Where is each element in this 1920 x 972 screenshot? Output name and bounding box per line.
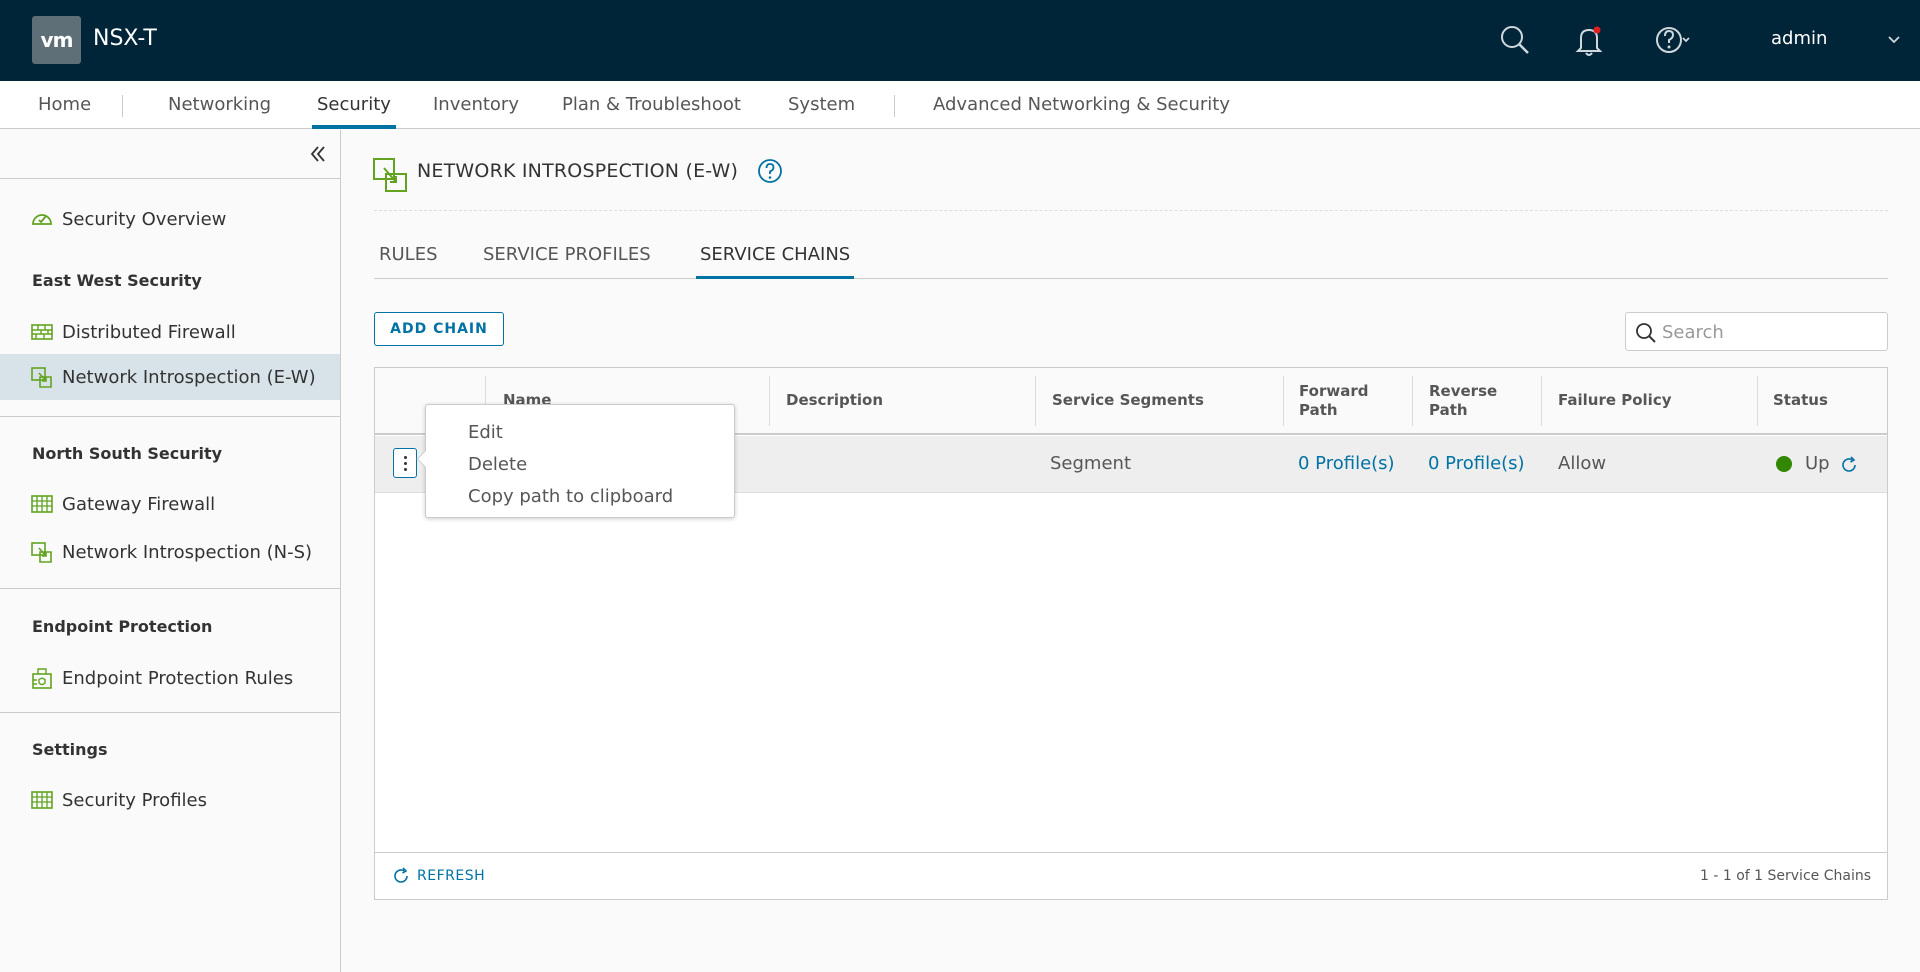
sidebar-item-security-profiles[interactable]: Security Profiles xyxy=(0,777,340,823)
sidebar-item-network-introspection-ew[interactable]: Network Introspection (E-W) xyxy=(0,354,340,400)
sidebar-heading-endpoint-protection: Endpoint Protection xyxy=(32,617,213,636)
column-divider xyxy=(1757,376,1758,426)
menu-item-delete[interactable]: Delete xyxy=(426,449,734,481)
column-divider xyxy=(1541,376,1542,426)
sidebar-item-label: Gateway Firewall xyxy=(62,493,216,515)
nav-system[interactable]: System xyxy=(788,81,855,129)
introspection-icon xyxy=(373,158,407,192)
row-actions-kebab-icon[interactable] xyxy=(393,448,417,478)
column-divider xyxy=(1283,376,1284,426)
column-divider xyxy=(1035,376,1036,426)
cell-failure-policy: Allow xyxy=(1558,453,1607,474)
sidebar-item-label: Network Introspection (E-W) xyxy=(62,366,316,388)
nav-inventory[interactable]: Inventory xyxy=(433,81,519,129)
column-header-description[interactable]: Description xyxy=(786,391,883,410)
tab-rules[interactable]: RULES xyxy=(379,244,438,279)
sidebar-heading-settings: Settings xyxy=(32,740,108,759)
cell-service-segments: Segment xyxy=(1050,453,1131,474)
column-header-forward-path[interactable]: Forward Path xyxy=(1299,382,1389,420)
chevron-down-icon[interactable] xyxy=(1886,32,1902,48)
status-text: Up xyxy=(1805,453,1830,474)
sidebar-item-label: Network Introspection (N-S) xyxy=(62,541,313,563)
sidebar-item-endpoint-protection-rules[interactable]: Endpoint Protection Rules xyxy=(0,655,340,701)
row-actions-menu: Edit Delete Copy path to clipboard xyxy=(416,404,735,518)
forward-path-link[interactable]: 0 Profile(s) xyxy=(1298,453,1395,474)
top-header: vm NSX-T admin xyxy=(0,0,1920,81)
sidebar-divider xyxy=(0,178,340,179)
main-nav: Home Networking Security Inventory Plan … xyxy=(0,81,1920,129)
column-header-service-segments[interactable]: Service Segments xyxy=(1052,391,1204,410)
collapse-sidebar-icon[interactable] xyxy=(306,142,330,166)
sidebar-heading-north-south: North South Security xyxy=(32,444,223,463)
tab-bar: RULES SERVICE PROFILES SERVICE CHAINS xyxy=(374,236,1888,279)
sidebar-item-gateway-firewall[interactable]: Gateway Firewall xyxy=(0,481,340,527)
add-chain-button[interactable]: ADD CHAIN xyxy=(374,312,504,346)
firewall-icon xyxy=(31,324,53,340)
sidebar-item-distributed-firewall[interactable]: Distributed Firewall xyxy=(0,309,340,355)
refresh-icon xyxy=(394,867,408,883)
notification-dot xyxy=(1593,26,1601,34)
status-indicator xyxy=(1776,456,1792,472)
help-icon[interactable] xyxy=(757,158,783,184)
profiles-icon xyxy=(31,791,53,809)
nav-divider xyxy=(122,95,123,117)
refresh-label: REFRESH xyxy=(417,868,486,884)
column-header-status[interactable]: Status xyxy=(1773,391,1828,410)
sidebar: Security Overview East West Security Dis… xyxy=(0,130,341,972)
menu-item-copy-path[interactable]: Copy path to clipboard xyxy=(426,481,734,513)
column-divider xyxy=(769,376,770,426)
sidebar-divider xyxy=(0,416,340,417)
grid-footer: REFRESH 1 - 1 of 1 Service Chains xyxy=(375,852,1887,899)
search-icon[interactable] xyxy=(1497,22,1533,58)
tab-service-chains[interactable]: SERVICE CHAINS xyxy=(696,244,855,279)
nav-networking[interactable]: Networking xyxy=(168,81,271,129)
nav-plan-troubleshoot[interactable]: Plan & Troubleshoot xyxy=(562,81,741,129)
column-header-failure-policy[interactable]: Failure Policy xyxy=(1558,391,1672,410)
sidebar-heading-east-west: East West Security xyxy=(32,271,202,290)
sidebar-item-network-introspection-ns[interactable]: Network Introspection (N-S) xyxy=(0,529,340,575)
search-input[interactable] xyxy=(1662,317,1882,347)
gauge-icon xyxy=(32,214,52,225)
reverse-path-link[interactable]: 0 Profile(s) xyxy=(1428,453,1525,474)
sidebar-item-label: Distributed Firewall xyxy=(62,321,236,343)
vmware-logo[interactable]: vm xyxy=(32,16,81,64)
nav-advanced-networking-security[interactable]: Advanced Networking & Security xyxy=(933,81,1230,129)
endpoint-icon xyxy=(32,668,52,689)
nav-divider xyxy=(894,95,895,117)
column-divider xyxy=(1412,376,1413,426)
tab-service-profiles[interactable]: SERVICE PROFILES xyxy=(483,244,651,279)
sidebar-item-security-overview[interactable]: Security Overview xyxy=(0,196,340,242)
menu-item-edit[interactable]: Edit xyxy=(426,417,734,449)
introspection-icon xyxy=(31,542,52,563)
sidebar-item-label: Security Profiles xyxy=(62,789,207,811)
nav-home[interactable]: Home xyxy=(38,81,91,129)
nav-security[interactable]: Security xyxy=(312,81,396,129)
bell-icon[interactable] xyxy=(1571,22,1607,58)
page-title: NETWORK INTROSPECTION (E-W) xyxy=(417,160,739,182)
refresh-status-icon[interactable] xyxy=(1839,455,1859,475)
column-header-reverse-path[interactable]: Reverse Path xyxy=(1429,382,1519,420)
pagination-summary: 1 - 1 of 1 Service Chains xyxy=(1700,868,1871,884)
sidebar-divider xyxy=(0,588,340,589)
user-menu[interactable]: admin xyxy=(1771,28,1827,49)
search-icon xyxy=(1636,323,1656,343)
sidebar-divider xyxy=(0,712,340,713)
search-box[interactable] xyxy=(1625,312,1888,351)
sidebar-item-label: Endpoint Protection Rules xyxy=(62,667,294,689)
sidebar-item-label: Security Overview xyxy=(62,208,227,230)
gateway-firewall-icon xyxy=(31,495,53,513)
help-icon[interactable] xyxy=(1654,22,1690,58)
title-divider xyxy=(374,210,1888,211)
refresh-button[interactable]: REFRESH xyxy=(391,866,485,886)
product-name: NSX-T xyxy=(93,26,157,51)
introspection-icon xyxy=(31,367,52,388)
